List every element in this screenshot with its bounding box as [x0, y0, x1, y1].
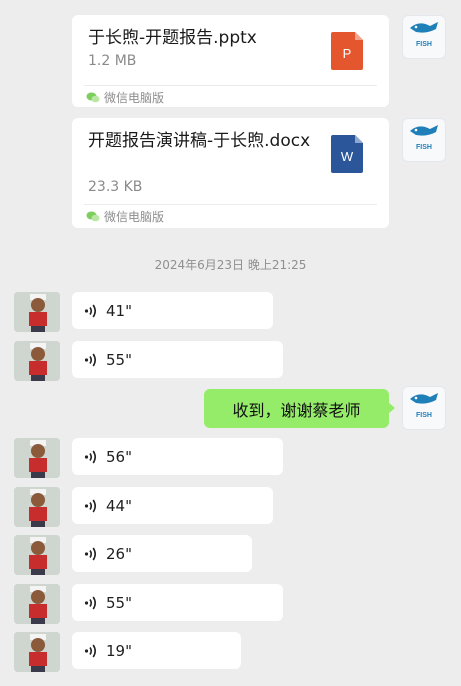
avatar[interactable] — [14, 292, 60, 332]
wechat-icon — [86, 92, 100, 103]
person-avatar-icon — [14, 438, 60, 478]
avatar[interactable]: FISH — [402, 386, 446, 430]
voice-message-bubble[interactable]: 56" — [72, 438, 283, 475]
avatar[interactable] — [14, 438, 60, 478]
voice-duration: 19" — [106, 641, 132, 660]
file-name: 于长煦-开题报告.pptx — [88, 28, 257, 48]
avatar[interactable]: FISH — [402, 15, 446, 59]
file-size: 1.2 MB — [88, 53, 137, 69]
avatar[interactable] — [14, 341, 60, 381]
wechat-icon — [86, 211, 100, 222]
voice-message-bubble[interactable]: 41" — [72, 292, 273, 329]
ppt-file-icon: P — [331, 32, 363, 70]
voice-message-bubble[interactable]: 55" — [72, 341, 283, 378]
avatar[interactable] — [14, 584, 60, 624]
voice-wave-icon — [84, 499, 96, 512]
voice-wave-icon — [84, 353, 96, 366]
word-file-icon: W — [331, 135, 363, 173]
voice-wave-icon — [84, 644, 96, 657]
voice-message-bubble[interactable]: 55" — [72, 584, 283, 621]
sent-text-message[interactable]: 收到，谢谢蔡老师 — [204, 389, 395, 428]
voice-duration: 55" — [106, 593, 132, 612]
voice-wave-icon — [84, 547, 96, 560]
voice-message-bubble[interactable]: 44" — [72, 487, 273, 524]
voice-message-bubble[interactable]: 19" — [72, 632, 241, 669]
person-avatar-icon — [14, 292, 60, 332]
person-avatar-icon — [14, 584, 60, 624]
file-size: 23.3 KB — [88, 179, 143, 195]
chat-timestamp: 2024年6月23日 晚上21:25 — [154, 258, 307, 272]
avatar[interactable]: FISH — [402, 118, 446, 162]
file-message-card[interactable]: 开题报告演讲稿-于长煦.docx 23.3 KB W 微信电脑版 — [72, 118, 389, 228]
avatar[interactable] — [14, 487, 60, 527]
voice-duration: 56" — [106, 447, 132, 466]
voice-wave-icon — [84, 596, 96, 609]
fish-logo-icon: FISH — [410, 22, 438, 48]
avatar-text: FISH — [416, 144, 432, 151]
file-source: 微信电脑版 — [86, 89, 164, 106]
fish-logo-icon: FISH — [410, 393, 438, 419]
voice-wave-icon — [84, 304, 96, 317]
file-icon-letter: P — [343, 46, 352, 61]
divider — [84, 204, 377, 205]
fish-logo-icon: FISH — [410, 125, 438, 151]
person-avatar-icon — [14, 341, 60, 381]
file-source-label: 微信电脑版 — [104, 210, 165, 224]
avatar-text: FISH — [416, 412, 432, 419]
voice-duration: 44" — [106, 496, 132, 515]
avatar-text: FISH — [416, 41, 432, 48]
voice-duration: 26" — [106, 544, 132, 563]
person-avatar-icon — [14, 632, 60, 672]
voice-message-bubble[interactable]: 26" — [72, 535, 252, 572]
file-source-label: 微信电脑版 — [104, 91, 165, 105]
voice-duration: 55" — [106, 350, 132, 369]
voice-wave-icon — [84, 450, 96, 463]
avatar[interactable] — [14, 535, 60, 575]
file-icon-letter: W — [341, 149, 354, 164]
person-avatar-icon — [14, 535, 60, 575]
divider — [84, 85, 377, 86]
file-source: 微信电脑版 — [86, 208, 164, 225]
file-message-card[interactable]: 于长煦-开题报告.pptx 1.2 MB P 微信电脑版 — [72, 15, 389, 107]
avatar[interactable] — [14, 632, 60, 672]
voice-duration: 41" — [106, 301, 132, 320]
person-avatar-icon — [14, 487, 60, 527]
file-name: 开题报告演讲稿-于长煦.docx — [88, 131, 311, 151]
